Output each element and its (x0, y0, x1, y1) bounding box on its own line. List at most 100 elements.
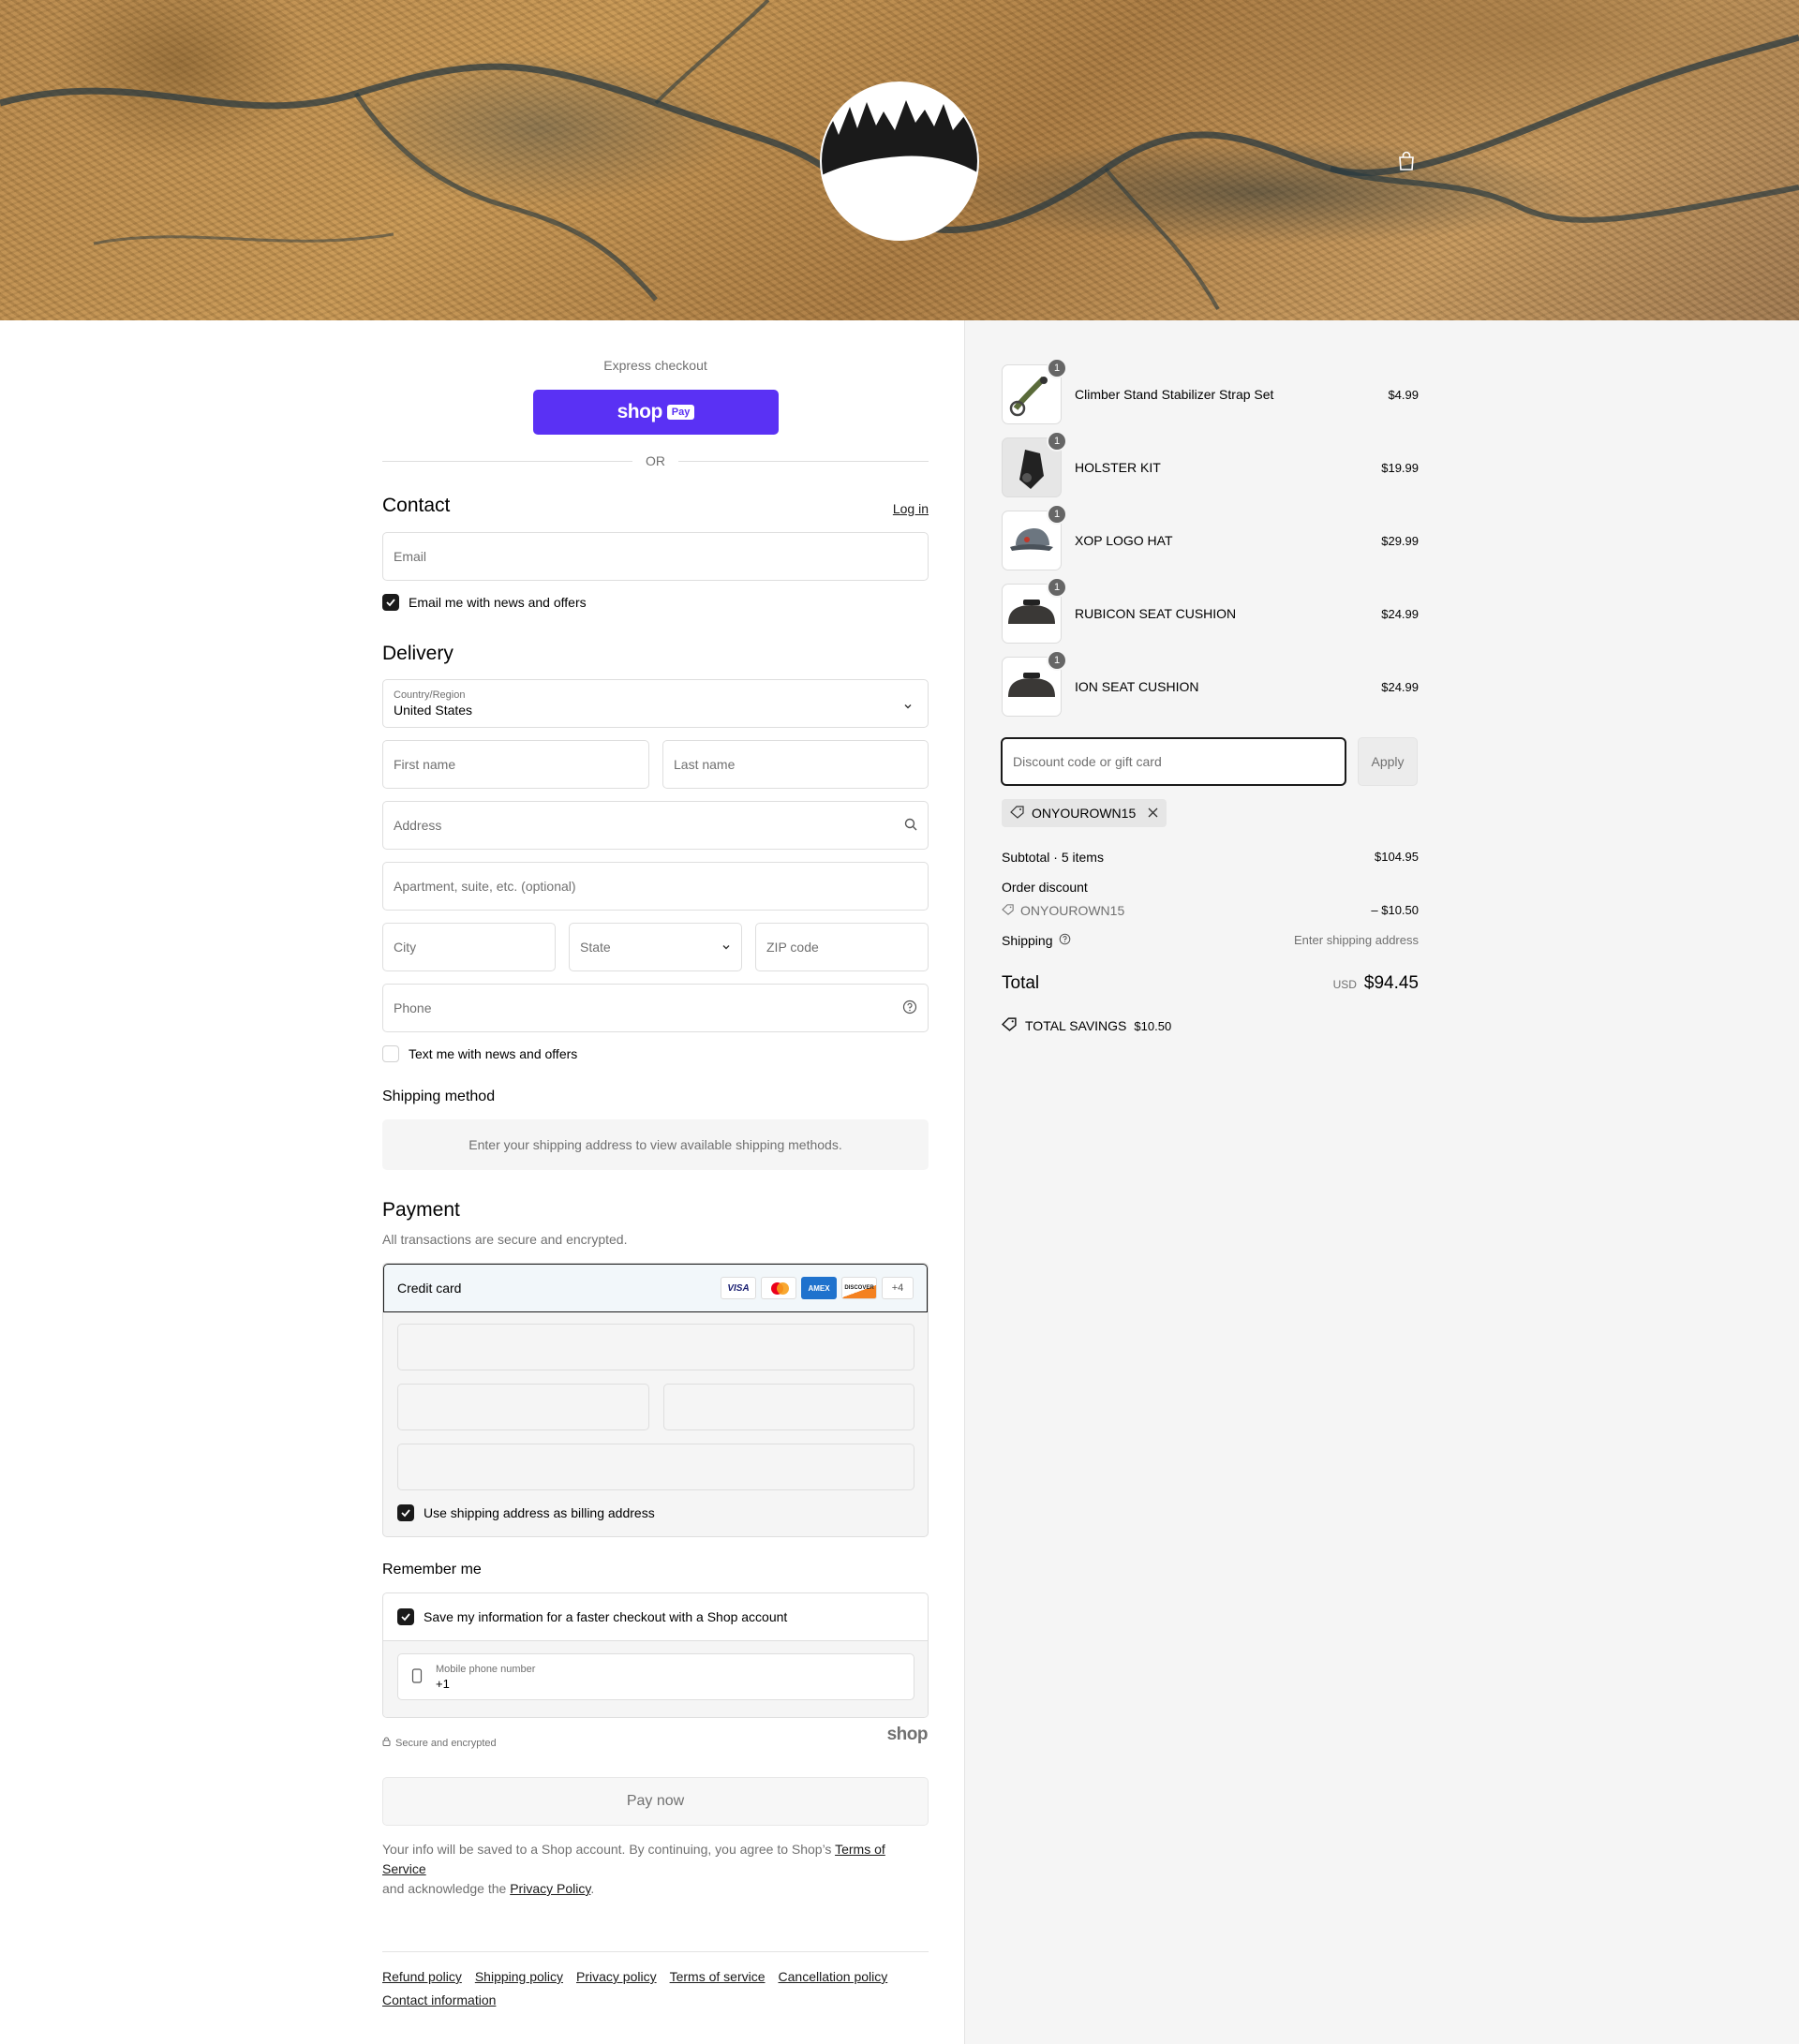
terms-of-service-footer-link[interactable]: Terms of service (670, 1969, 766, 1984)
tag-icon (1001, 1017, 1018, 1034)
state-select[interactable]: State (569, 923, 742, 971)
product-image: 1 (1002, 358, 1067, 424)
email-opt-in[interactable]: Email me with news and offers (382, 594, 587, 611)
payment-heading: Payment (382, 1199, 460, 1221)
total-savings: TOTAL SAVINGS $10.50 (1001, 1017, 1171, 1034)
save-info-checkbox[interactable] (397, 1608, 414, 1625)
remember-me-box: Save my information for a faster checkou… (382, 1592, 929, 1718)
store-logo[interactable] (820, 81, 979, 241)
subtotal-row: Subtotal · 5 items $104.95 (1002, 850, 1419, 865)
chevron-down-icon (903, 699, 913, 714)
name-on-card-field[interactable] (397, 1444, 914, 1490)
shipping-policy-link[interactable]: Shipping policy (475, 1969, 563, 1984)
email-field[interactable] (382, 532, 929, 581)
billing-same-option[interactable]: Use shipping address as billing address (397, 1504, 655, 1521)
zip-field[interactable] (755, 923, 929, 971)
item-price: $29.99 (1381, 533, 1419, 548)
more-cards-badge: +4 (882, 1277, 914, 1299)
lock-icon (382, 1737, 391, 1749)
phone-field[interactable] (382, 984, 929, 1032)
product-image: 1 (1002, 650, 1067, 717)
item-name: XOP LOGO HAT (1075, 533, 1173, 548)
cart-icon[interactable] (1396, 150, 1417, 172)
shipping-method-heading: Shipping method (382, 1089, 496, 1104)
discount-code-field[interactable] (1001, 737, 1346, 786)
item-name: ION SEAT CUSHION (1075, 679, 1199, 694)
delivery-heading: Delivery (382, 643, 453, 664)
billing-same-checkbox[interactable] (397, 1504, 414, 1521)
save-info-option[interactable]: Save my information for a faster checkou… (397, 1608, 787, 1625)
sms-opt-in-checkbox[interactable] (382, 1045, 399, 1062)
item-price: $24.99 (1381, 606, 1419, 621)
credit-card-option[interactable]: Credit card VISA AMEX DISCOVER +4 (383, 1264, 928, 1312)
quantity-badge: 1 (1047, 431, 1067, 452)
contact-information-link[interactable]: Contact information (382, 1992, 496, 2007)
product-image: 1 (1002, 504, 1067, 570)
shop-pay-button[interactable]: shop Pay (533, 390, 779, 435)
help-icon[interactable] (1059, 933, 1071, 948)
tag-icon (1010, 805, 1025, 822)
last-name-field[interactable] (662, 740, 929, 789)
help-icon[interactable] (902, 1000, 917, 1017)
remove-discount-icon[interactable] (1148, 806, 1158, 821)
cart-item: 1 XOP LOGO HAT $29.99 (1002, 504, 1419, 571)
login-link[interactable]: Log in (893, 501, 929, 516)
express-checkout-label: Express checkout (603, 358, 707, 373)
cart-item: 1 RUBICON SEAT CUSHION $24.99 (1002, 577, 1419, 644)
payment-subtitle: All transactions are secure and encrypte… (382, 1232, 628, 1247)
privacy-policy-link[interactable]: Privacy Policy (510, 1881, 590, 1896)
remember-me-heading: Remember me (382, 1562, 482, 1577)
mobile-phone-field[interactable]: Mobile phone number +1 (397, 1653, 914, 1700)
applied-discount-tag: ONYOUROWN15 (1002, 799, 1167, 827)
order-discount-row: Order discount (1002, 880, 1088, 895)
quantity-badge: 1 (1047, 577, 1067, 598)
item-name: HOLSTER KIT (1075, 460, 1161, 475)
shop-logo: shop (886, 1725, 929, 1744)
item-price: $24.99 (1381, 679, 1419, 694)
quantity-badge: 1 (1047, 504, 1067, 525)
refund-policy-link[interactable]: Refund policy (382, 1969, 462, 1984)
discover-icon: DISCOVER (841, 1277, 877, 1299)
item-name: Climber Stand Stabilizer Strap Set (1075, 387, 1274, 402)
product-image: 1 (1002, 577, 1067, 644)
search-icon (904, 818, 917, 834)
tag-icon (1002, 903, 1015, 918)
forest-logo-icon (822, 100, 977, 239)
privacy-policy-footer-link[interactable]: Privacy policy (576, 1969, 657, 1984)
shipping-method-notice: Enter your shipping address to view avai… (382, 1119, 929, 1170)
contact-heading: Contact (382, 495, 451, 516)
footer-links: Refund policy Shipping policy Privacy po… (382, 1969, 929, 2007)
mastercard-icon (761, 1277, 796, 1299)
total-row: Total USD $94.45 (1002, 973, 1419, 993)
sms-opt-in[interactable]: Text me with news and offers (382, 1045, 577, 1062)
quantity-badge: 1 (1047, 358, 1067, 378)
apply-discount-button[interactable]: Apply (1358, 737, 1418, 786)
apartment-field[interactable] (382, 862, 929, 911)
first-name-field[interactable] (382, 740, 649, 789)
footer-divider (382, 1951, 929, 1952)
secure-note: Secure and encrypted (382, 1737, 497, 1749)
pay-now-button[interactable]: Pay now (382, 1777, 929, 1826)
shipping-row: Shipping Enter shipping address (1002, 933, 1419, 948)
cancellation-policy-link[interactable]: Cancellation policy (779, 1969, 888, 1984)
card-number-field[interactable] (397, 1324, 914, 1370)
mobile-phone-icon (411, 1667, 423, 1686)
security-code-field[interactable] (663, 1384, 914, 1430)
chevron-down-icon (721, 940, 731, 955)
email-opt-in-checkbox[interactable] (382, 594, 399, 611)
hero-banner (0, 0, 1799, 320)
country-select[interactable]: Country/Region United States (382, 679, 929, 728)
expiration-field[interactable] (397, 1384, 649, 1430)
visa-icon: VISA (721, 1277, 756, 1299)
item-name: RUBICON SEAT CUSHION (1075, 606, 1237, 621)
item-price: $4.99 (1388, 387, 1419, 402)
discount-code-row: ONYOUROWN15 – $10.50 (1002, 903, 1419, 918)
city-field[interactable] (382, 923, 556, 971)
quantity-badge: 1 (1047, 650, 1067, 671)
cart-item: 1 ION SEAT CUSHION $24.99 (1002, 650, 1419, 718)
or-divider: OR (382, 452, 929, 470)
address-field[interactable] (382, 801, 929, 850)
checkout-form-column: Express checkout shop Pay OR Contact Log… (0, 320, 964, 2044)
cart-item: 1 HOLSTER KIT $19.99 (1002, 431, 1419, 498)
item-price: $19.99 (1381, 460, 1419, 475)
